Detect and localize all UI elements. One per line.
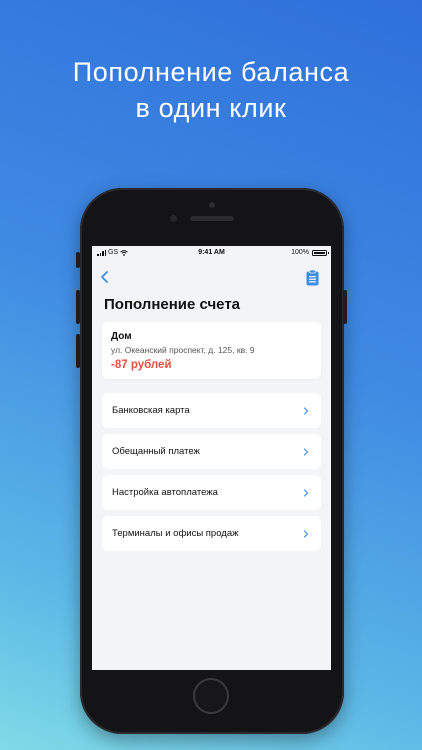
chevron-right-icon <box>303 529 309 538</box>
menu-item-autopay-settings[interactable]: Настройка автоплатежа <box>102 475 321 510</box>
account-address: ул. Океанский проспект, д. 125, кв. 9 <box>111 345 255 355</box>
phone-power-button <box>343 290 347 324</box>
phone-speaker <box>190 216 234 221</box>
menu-item-label: Банковская карта <box>112 405 190 416</box>
status-battery-group: 100% <box>291 249 329 256</box>
promo-headline: Пополнение баланса в один клик <box>0 54 422 126</box>
menu-item-label: Настройка автоплатежа <box>112 487 218 498</box>
battery-icon <box>312 249 329 256</box>
chevron-right-icon <box>303 447 309 456</box>
clipboard-icon[interactable] <box>306 270 319 286</box>
nav-bar <box>92 260 331 286</box>
account-name: Дом <box>111 331 132 342</box>
chevron-right-icon <box>303 406 309 415</box>
app-screen: GS 9:41 AM 100% Пополнение счета Дом ул. <box>92 246 331 670</box>
phone-home-button[interactable] <box>193 678 229 714</box>
phone-mute-switch <box>76 252 80 268</box>
battery-percent: 100% <box>291 249 309 256</box>
menu-item-terminals-offices[interactable]: Терминалы и офисы продаж <box>102 516 321 551</box>
chevron-right-icon <box>303 488 309 497</box>
page-title: Пополнение счета <box>104 296 241 313</box>
phone-volume-down <box>76 334 80 368</box>
promo-headline-line-1: Пополнение баланса <box>72 57 350 87</box>
menu-item-label: Обещанный платеж <box>112 446 200 457</box>
account-balance: -87 рублей <box>111 359 172 371</box>
payment-options-list: Банковская карта Обещанный платеж Настро… <box>92 393 331 551</box>
account-card[interactable]: Дом ул. Океанский проспект, д. 125, кв. … <box>102 322 321 379</box>
phone-volume-up <box>76 290 80 324</box>
menu-item-label: Терминалы и офисы продаж <box>112 528 239 539</box>
menu-item-promised-payment[interactable]: Обещанный платеж <box>102 434 321 469</box>
phone-camera <box>209 202 215 208</box>
chevron-left-icon[interactable] <box>98 270 112 284</box>
promo-headline-line-2: в один клик <box>135 93 287 123</box>
phone-front-camera <box>170 215 177 222</box>
menu-item-bank-card[interactable]: Банковская карта <box>102 393 321 428</box>
status-bar: GS 9:41 AM 100% <box>92 246 331 260</box>
